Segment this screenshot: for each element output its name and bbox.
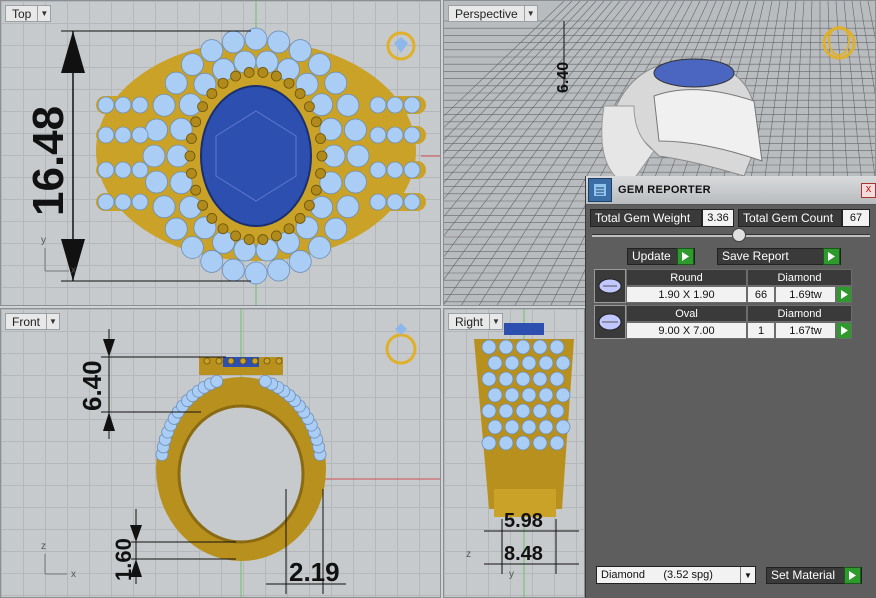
perspective-dimension-label: 6.40	[555, 62, 572, 93]
gem-reporter-titlebar[interactable]: GEM REPORTER x	[586, 176, 876, 205]
gem-reporter-title: GEM REPORTER	[618, 184, 711, 196]
axis-y-label: y	[41, 235, 46, 246]
gem-size: 1.90 X 1.90	[626, 286, 747, 303]
chevron-down-icon[interactable]: ▼	[489, 314, 502, 329]
total-gem-weight-label: Total Gem Weight	[590, 209, 702, 227]
right-view-scene: 5.98 8.48 z y	[466, 309, 579, 597]
ring-gizmo-icon	[385, 323, 417, 365]
play-icon	[677, 247, 694, 265]
chevron-down-icon[interactable]: ▼	[523, 6, 537, 21]
viewport-top[interactable]: 16.48 y x Top ▼	[0, 0, 441, 306]
right-dimension-bottom-label: 8.48	[504, 543, 543, 565]
gem-reporter-panel: GEM REPORTER x Total Gem Weight 3.36 Tot…	[585, 176, 876, 598]
oval-gem-icon	[594, 305, 626, 339]
right-dimension-top-label: 5.98	[504, 510, 543, 532]
viewport-right[interactable]: 5.98 8.48 z y Right ▼	[443, 308, 585, 598]
viewport-right-label[interactable]: Right ▼	[448, 313, 504, 330]
viewport-perspective-label[interactable]: Perspective ▼	[448, 5, 538, 22]
chevron-down-icon[interactable]: ▼	[740, 567, 755, 583]
gem-count: 66	[747, 286, 775, 303]
total-gem-count-label: Total Gem Count	[738, 209, 842, 227]
slider-knob[interactable]	[732, 228, 746, 242]
axis-z-label: z	[466, 549, 471, 560]
top-dimension-label: 16.48	[24, 106, 73, 216]
front-dimension-band-label: 1.60	[111, 538, 136, 581]
close-icon[interactable]: x	[861, 182, 876, 198]
material-select[interactable]: Diamond (3.52 spg) ▼	[596, 566, 756, 584]
round-gem-icon	[594, 269, 626, 303]
axis-x-label: x	[71, 569, 76, 580]
panel-slider[interactable]	[592, 228, 870, 244]
gem-material: Diamond	[747, 269, 852, 286]
total-gem-weight-value: 3.36	[702, 209, 734, 227]
front-dimension-height-label: 6.40	[77, 360, 107, 411]
axis-y-label: y	[509, 569, 514, 580]
select-gem-button[interactable]	[836, 286, 852, 303]
save-report-button[interactable]: Save Report	[717, 247, 841, 265]
front-dimension-width-label: 2.19	[289, 557, 340, 587]
play-icon	[844, 566, 861, 584]
set-material-button[interactable]: Set Material	[766, 566, 862, 584]
center-sapphire	[200, 85, 312, 227]
gem-count: 1	[747, 322, 775, 339]
viewport-front[interactable]: 6.40 1.60 2.19 z x Front ▼	[0, 308, 441, 598]
ring-gizmo-icon	[386, 31, 416, 61]
chevron-down-icon[interactable]: ▼	[46, 314, 59, 329]
viewport-top-label[interactable]: Top ▼	[5, 5, 52, 22]
gem-row[interactable]: Round Diamond 1.90 X 1.90 66 1.69tw	[594, 269, 852, 303]
gem-list: Round Diamond 1.90 X 1.90 66 1.69tw Oval…	[594, 269, 852, 341]
ring-perspective	[601, 58, 763, 187]
update-button[interactable]: Update	[627, 247, 695, 265]
gem-row[interactable]: Oval Diamond 9.00 X 7.00 1 1.67tw	[594, 305, 852, 339]
axis-z-label: z	[41, 541, 46, 552]
axis-x-label: x	[71, 265, 76, 276]
total-gem-count-value: 67	[842, 209, 870, 227]
gem-weight: 1.67tw	[775, 322, 836, 339]
gem-shape: Oval	[626, 305, 747, 322]
play-icon	[823, 247, 840, 265]
viewport-front-label[interactable]: Front ▼	[5, 313, 61, 330]
gem-material: Diamond	[747, 305, 852, 322]
gem-size: 9.00 X 7.00	[626, 322, 747, 339]
front-view-scene: 6.40 1.60 2.19 z x	[41, 309, 440, 597]
top-view-scene: 16.48 y x	[24, 1, 440, 305]
gem-weight: 1.69tw	[775, 286, 836, 303]
chevron-down-icon[interactable]: ▼	[37, 6, 50, 21]
select-gem-button[interactable]	[836, 322, 852, 339]
gem-shape: Round	[626, 269, 747, 286]
gem-reporter-app-icon	[588, 178, 612, 202]
